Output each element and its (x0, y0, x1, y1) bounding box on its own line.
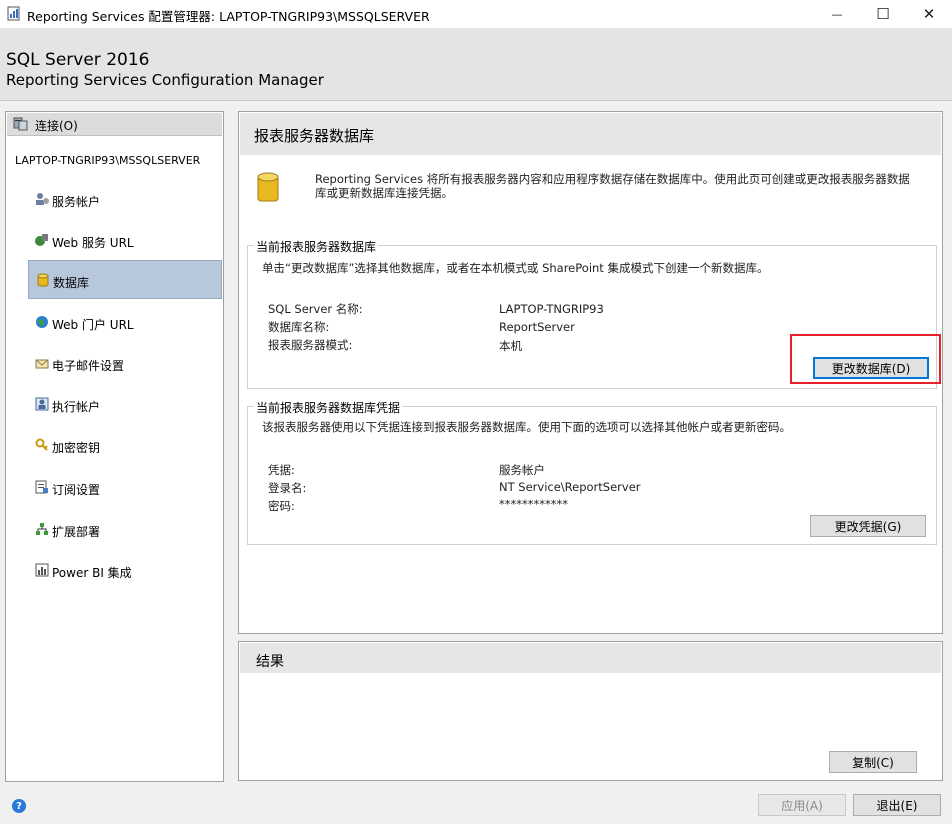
server-mode-value: 本机 (499, 339, 522, 353)
credential-type-value: 服务帐户 (499, 463, 545, 477)
sidebar-item-scale-out-deployment[interactable]: 扩展部署 (28, 512, 222, 548)
maximize-button[interactable]: ☐ (860, 0, 906, 28)
sidebar-item-label: 电子邮件设置 (52, 359, 125, 373)
product-name: SQL Server 2016 (6, 50, 150, 70)
password-label: 密码: (268, 499, 295, 513)
sidebar-item-label: 服务帐户 (52, 195, 101, 209)
results-panel: 结果 复制(C) (238, 641, 943, 781)
database-large-icon (257, 172, 279, 202)
connect-label: 连接(O) (35, 119, 78, 133)
scale-out-icon (36, 523, 48, 535)
sidebar-item-subscription-settings[interactable]: 订阅设置 (28, 470, 222, 506)
sidebar-item-label: Power BI 集成 (52, 566, 132, 580)
login-name-value: NT Service\ReportServer (499, 480, 641, 494)
window-title: Reporting Services 配置管理器: LAPTOP-TNGRIP9… (27, 9, 430, 24)
close-icon: ✕ (922, 5, 936, 23)
credential-type-label: 凭据: (268, 463, 295, 477)
connect-icon (13, 117, 28, 131)
exit-button[interactable]: 退出(E) (853, 794, 941, 816)
password-value: ************ (499, 497, 568, 511)
sidebar-item-label: 加密密钥 (52, 441, 101, 455)
minimize-button[interactable]: — (814, 0, 860, 28)
highlight-annotation-box (790, 334, 941, 384)
powerbi-icon (35, 563, 49, 577)
server-mode-label: 报表服务器模式: (268, 338, 353, 352)
sidebar-item-web-service-url[interactable]: Web 服务 URL (28, 223, 222, 259)
connect-button[interactable]: 连接(O) (7, 113, 222, 136)
web-service-icon (35, 234, 48, 246)
current-database-hint: 单击“更改数据库”选择其他数据库，或者在本机模式或 SharePoint 集成模… (262, 261, 769, 275)
title-bar: Reporting Services 配置管理器: LAPTOP-TNGRIP9… (0, 0, 952, 28)
sql-server-name-label: SQL Server 名称: (268, 302, 363, 316)
database-name-label: 数据库名称: (268, 320, 330, 334)
sidebar-item-label: 扩展部署 (52, 525, 101, 539)
page-description: Reporting Services 将所有报表服务器内容和应用程序数据存储在数… (315, 172, 910, 200)
service-account-icon (36, 193, 49, 205)
close-button[interactable]: ✕ (906, 0, 952, 28)
results-header: 结果 (240, 643, 941, 673)
sidebar-item-label: Web 服务 URL (52, 236, 134, 250)
change-credentials-button[interactable]: 更改凭据(G) (810, 515, 926, 537)
sidebar-item-database[interactable]: 数据库 (28, 260, 222, 299)
database-name-value: ReportServer (499, 320, 575, 334)
help-icon[interactable]: ? (12, 799, 26, 813)
sidebar-item-label: 数据库 (53, 276, 90, 290)
sql-server-name-value: LAPTOP-TNGRIP93 (499, 302, 604, 316)
sidebar-item-label: 订阅设置 (52, 483, 101, 497)
credentials-legend: 当前报表服务器数据库凭据 (254, 399, 403, 416)
sidebar-item-email-settings[interactable]: 电子邮件设置 (28, 346, 222, 382)
sidebar-item-label: 执行帐户 (52, 400, 101, 414)
sidebar-item-label: Web 门户 URL (52, 318, 134, 332)
maximize-icon: ☐ (876, 5, 890, 23)
execution-account-icon (35, 397, 49, 411)
header-banner: SQL Server 2016 Reporting Services Confi… (0, 28, 952, 101)
sidebar-item-powerbi-integration[interactable]: Power BI 集成 (28, 553, 222, 589)
sidebar-item-execution-account[interactable]: 执行帐户 (28, 387, 222, 423)
subscription-icon (35, 480, 48, 494)
database-icon (37, 273, 49, 287)
email-icon (35, 359, 49, 369)
login-name-label: 登录名: (268, 481, 307, 495)
key-icon (35, 438, 48, 451)
apply-button[interactable]: 应用(A) (758, 794, 846, 816)
results-title: 结果 (256, 654, 284, 670)
credentials-hint: 该报表服务器使用以下凭据连接到报表服务器数据库。使用下面的选项可以选择其他帐户或… (262, 420, 791, 434)
page-header: 报表服务器数据库 (240, 113, 941, 155)
globe-icon (36, 316, 48, 328)
minimize-icon: — (831, 7, 843, 21)
sidebar-item-service-account[interactable]: 服务帐户 (28, 182, 222, 218)
sidebar: 连接(O) LAPTOP-TNGRIP93\MSSQLSERVER 服务帐户 W… (5, 111, 224, 782)
product-subtitle: Reporting Services Configuration Manager (6, 71, 324, 89)
page-title: 报表服务器数据库 (254, 127, 375, 145)
sidebar-item-web-portal-url[interactable]: Web 门户 URL (28, 305, 222, 341)
sidebar-item-encryption-keys[interactable]: 加密密钥 (28, 428, 222, 464)
app-icon (7, 6, 20, 21)
server-name: LAPTOP-TNGRIP93\MSSQLSERVER (15, 154, 201, 167)
current-database-legend: 当前报表服务器数据库 (254, 238, 379, 255)
copy-button[interactable]: 复制(C) (829, 751, 917, 773)
